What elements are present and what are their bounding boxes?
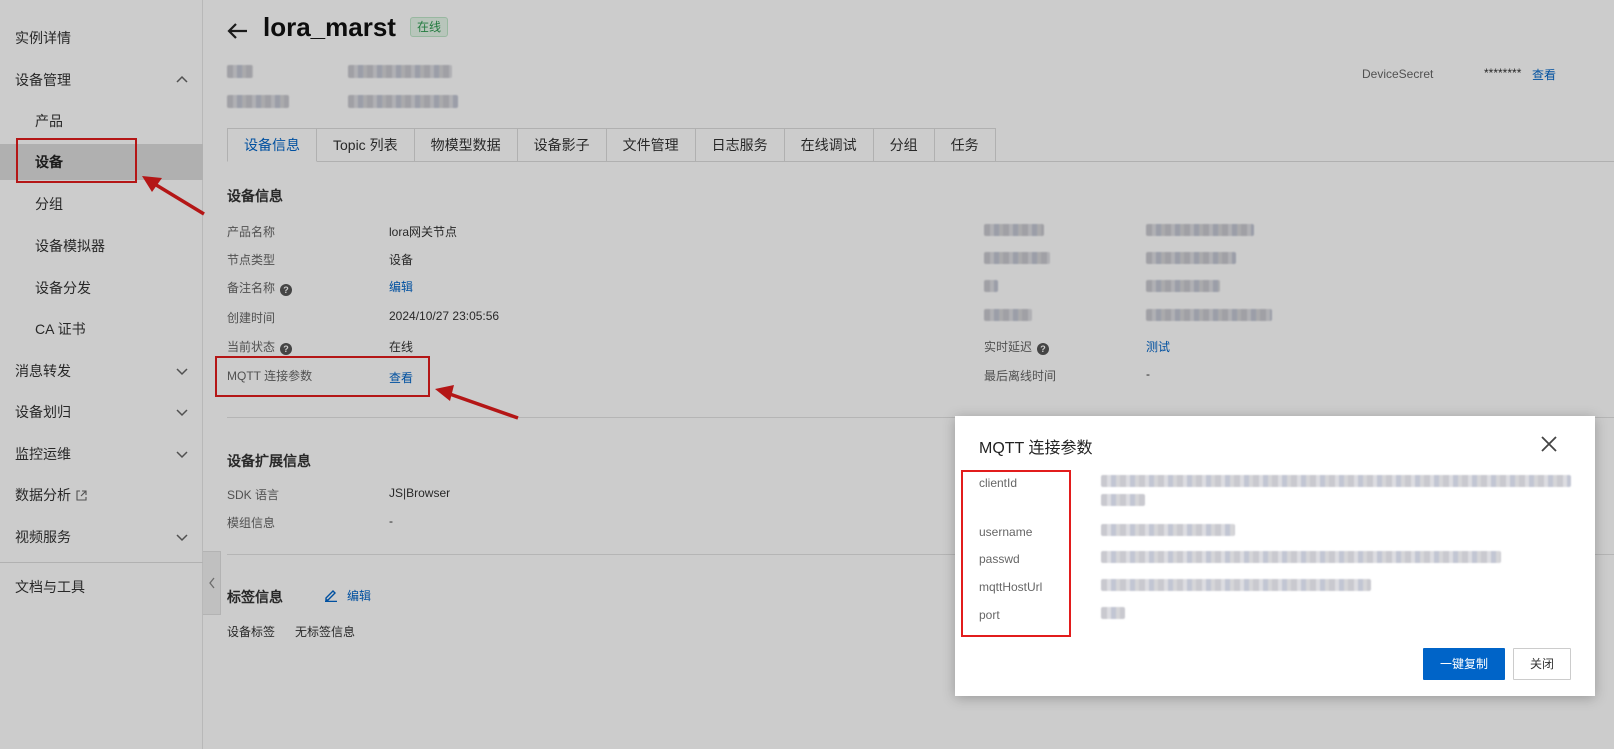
blurred-passwd-value — [1101, 551, 1501, 563]
close-button[interactable]: 关闭 — [1513, 648, 1571, 680]
blurred-client-id-value — [1101, 475, 1571, 487]
annotation-box-mqtt-keys — [961, 470, 1071, 637]
blurred-mqtt-host-url-value — [1101, 579, 1371, 591]
blurred-client-id-value — [1101, 494, 1145, 506]
blurred-username-value — [1101, 524, 1235, 536]
close-icon[interactable] — [1539, 434, 1559, 454]
copy-all-button[interactable]: 一键复制 — [1423, 648, 1505, 680]
mqtt-params-dialog: MQTT 连接参数 clientId username passwd mqttH… — [955, 416, 1595, 696]
dialog-title: MQTT 连接参数 — [979, 440, 1093, 457]
blurred-port-value — [1101, 607, 1125, 619]
